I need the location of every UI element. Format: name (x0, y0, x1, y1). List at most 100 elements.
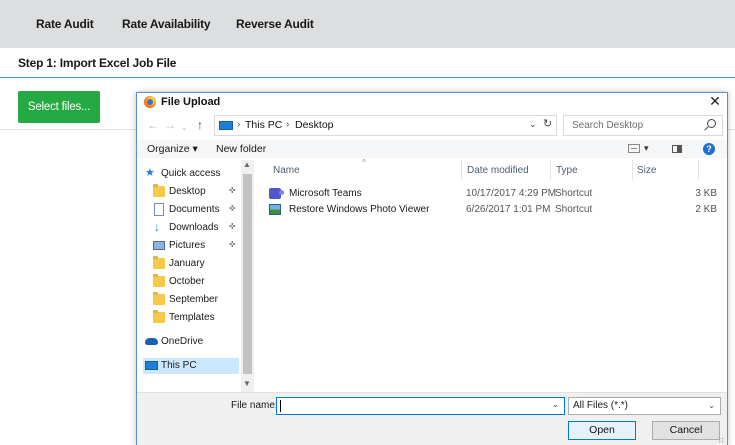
column-divider[interactable] (698, 160, 699, 180)
file-row[interactable]: Restore Windows Photo Viewer 6/26/2017 1… (257, 202, 727, 218)
file-type-value: All Files (*.*) (573, 400, 629, 411)
sidebar-item-label: Templates (169, 312, 215, 323)
organize-button[interactable]: Organize ▾ (147, 143, 198, 155)
file-size: 3 KB (695, 188, 717, 199)
scroll-down-icon[interactable]: ▼ (243, 379, 251, 388)
sort-ascending-icon: ^ (362, 158, 366, 167)
sidebar-item-pictures[interactable]: Pictures ✜ (151, 238, 251, 254)
download-icon: ↓ (154, 220, 160, 234)
dialog-title: File Upload (161, 96, 221, 108)
cancel-button[interactable]: Cancel (652, 421, 720, 440)
open-button[interactable]: Open (568, 421, 636, 440)
cloud-icon (145, 338, 158, 345)
new-folder-button[interactable]: New folder (216, 143, 266, 155)
sidebar-item-onedrive[interactable]: OneDrive (143, 334, 243, 350)
pin-icon: ✜ (229, 240, 236, 249)
file-name: Restore Windows Photo Viewer (289, 204, 430, 215)
forward-arrow-icon[interactable]: → (164, 118, 176, 132)
pin-icon: ✜ (229, 204, 236, 213)
navigation-scrollbar[interactable]: ▲ ▼ (241, 160, 254, 392)
folder-icon (153, 292, 165, 305)
search-icon (707, 119, 716, 128)
sidebar-item-label: January (169, 258, 205, 269)
file-size: 2 KB (695, 204, 717, 215)
search-input[interactable]: Search Desktop (563, 115, 723, 136)
chevron-down-icon[interactable]: ▾ (644, 143, 649, 154)
up-arrow-icon[interactable]: ↑ (197, 118, 203, 132)
breadcrumb-desktop[interactable]: Desktop (295, 119, 334, 131)
sidebar-item-templates[interactable]: Templates (151, 310, 251, 326)
address-dropdown-icon[interactable]: ⌄ (529, 119, 537, 130)
chevron-down-icon[interactable]: ⌄ (552, 400, 559, 409)
back-arrow-icon[interactable]: ← (147, 118, 159, 132)
file-type-select[interactable]: All Files (*.*) ⌄ (568, 397, 721, 415)
dialog-titlebar[interactable]: File Upload ✕ (137, 93, 727, 111)
sidebar-item-this-pc[interactable]: This PC (143, 358, 239, 374)
command-bar: Organize ▾ New folder ▾ ? (137, 140, 727, 158)
sidebar-item-january[interactable]: January (151, 256, 251, 272)
sidebar-item-label: OneDrive (161, 336, 204, 347)
search-placeholder: Search Desktop (572, 120, 644, 131)
select-files-button[interactable]: Select files... (18, 91, 100, 123)
file-date: 6/26/2017 1:01 PM (466, 204, 551, 215)
sidebar-item-label: Pictures (169, 240, 206, 251)
teams-icon (269, 188, 284, 199)
column-size[interactable]: Size (637, 165, 656, 176)
breadcrumb-separator: › (286, 119, 290, 130)
column-divider[interactable] (550, 160, 551, 180)
file-name-label: File name: (231, 400, 278, 411)
help-icon[interactable]: ? (703, 143, 715, 155)
column-type[interactable]: Type (556, 165, 578, 176)
refresh-icon[interactable]: ↻ (543, 117, 552, 130)
file-type: Shortcut (555, 188, 593, 199)
sidebar-item-quick-access[interactable]: ★ Quick access (143, 166, 243, 182)
firefox-icon (144, 96, 156, 108)
folder-icon (153, 310, 165, 323)
star-icon: ★ (145, 167, 155, 179)
file-date: 10/17/2017 4:29 PM (466, 188, 557, 199)
close-icon[interactable]: ✕ (707, 92, 723, 110)
photo-viewer-icon (269, 204, 281, 215)
sidebar-item-label: Quick access (161, 168, 221, 179)
computer-icon (219, 121, 233, 130)
breadcrumb-separator: › (237, 119, 241, 130)
scroll-up-icon[interactable]: ▲ (243, 160, 251, 169)
top-navigation: Rate Audit Rate Availability Reverse Aud… (0, 0, 735, 48)
column-divider[interactable] (632, 160, 633, 180)
resize-grip-icon[interactable] (718, 437, 725, 444)
nav-link-rate-availability[interactable]: Rate Availability (122, 17, 211, 31)
sidebar-item-downloads[interactable]: ↓ Downloads ✜ (151, 220, 251, 236)
breadcrumb-this-pc[interactable]: This PC (245, 119, 282, 131)
step-title: Step 1: Import Excel Job File (18, 56, 177, 70)
column-name[interactable]: Name (273, 165, 300, 176)
column-headers: Name ^ Date modified Type Size (257, 158, 727, 180)
dialog-footer: File name: ⌄ All Files (*.*) ⌄ Open Canc… (137, 392, 727, 445)
nav-link-reverse-audit[interactable]: Reverse Audit (236, 17, 314, 31)
pin-icon: ✜ (229, 222, 236, 231)
sidebar-item-october[interactable]: October (151, 274, 251, 290)
divider (0, 77, 735, 78)
text-caret (280, 400, 281, 412)
sidebar-item-september[interactable]: September (151, 292, 251, 308)
sidebar-item-label: Documents (169, 204, 220, 215)
address-bar[interactable]: › This PC › Desktop (214, 115, 557, 136)
sidebar-item-label: October (169, 276, 205, 287)
recent-dropdown-icon[interactable]: ⌄ (181, 121, 188, 135)
navigation-pane: ★ Quick access Desktop ✜ Documents ✜ ↓ D… (137, 160, 254, 392)
preview-pane-icon[interactable] (672, 145, 682, 153)
folder-icon (153, 256, 165, 269)
column-date-modified[interactable]: Date modified (467, 165, 529, 176)
column-divider[interactable] (461, 160, 462, 180)
sidebar-item-documents[interactable]: Documents ✜ (151, 202, 251, 218)
folder-icon (153, 184, 165, 197)
file-upload-dialog: File Upload ✕ ← → ⌄ ↑ › This PC › Deskto… (136, 92, 728, 445)
documents-icon (154, 203, 164, 216)
nav-link-rate-audit[interactable]: Rate Audit (36, 17, 94, 31)
file-row[interactable]: Microsoft Teams 10/17/2017 4:29 PM Short… (257, 186, 727, 202)
sidebar-item-label: This PC (161, 360, 197, 371)
file-name: Microsoft Teams (289, 188, 362, 199)
file-name-input[interactable] (276, 397, 565, 415)
view-options-icon[interactable] (628, 144, 640, 153)
sidebar-item-desktop[interactable]: Desktop ✜ (151, 184, 251, 200)
scrollbar-thumb[interactable] (243, 174, 252, 374)
